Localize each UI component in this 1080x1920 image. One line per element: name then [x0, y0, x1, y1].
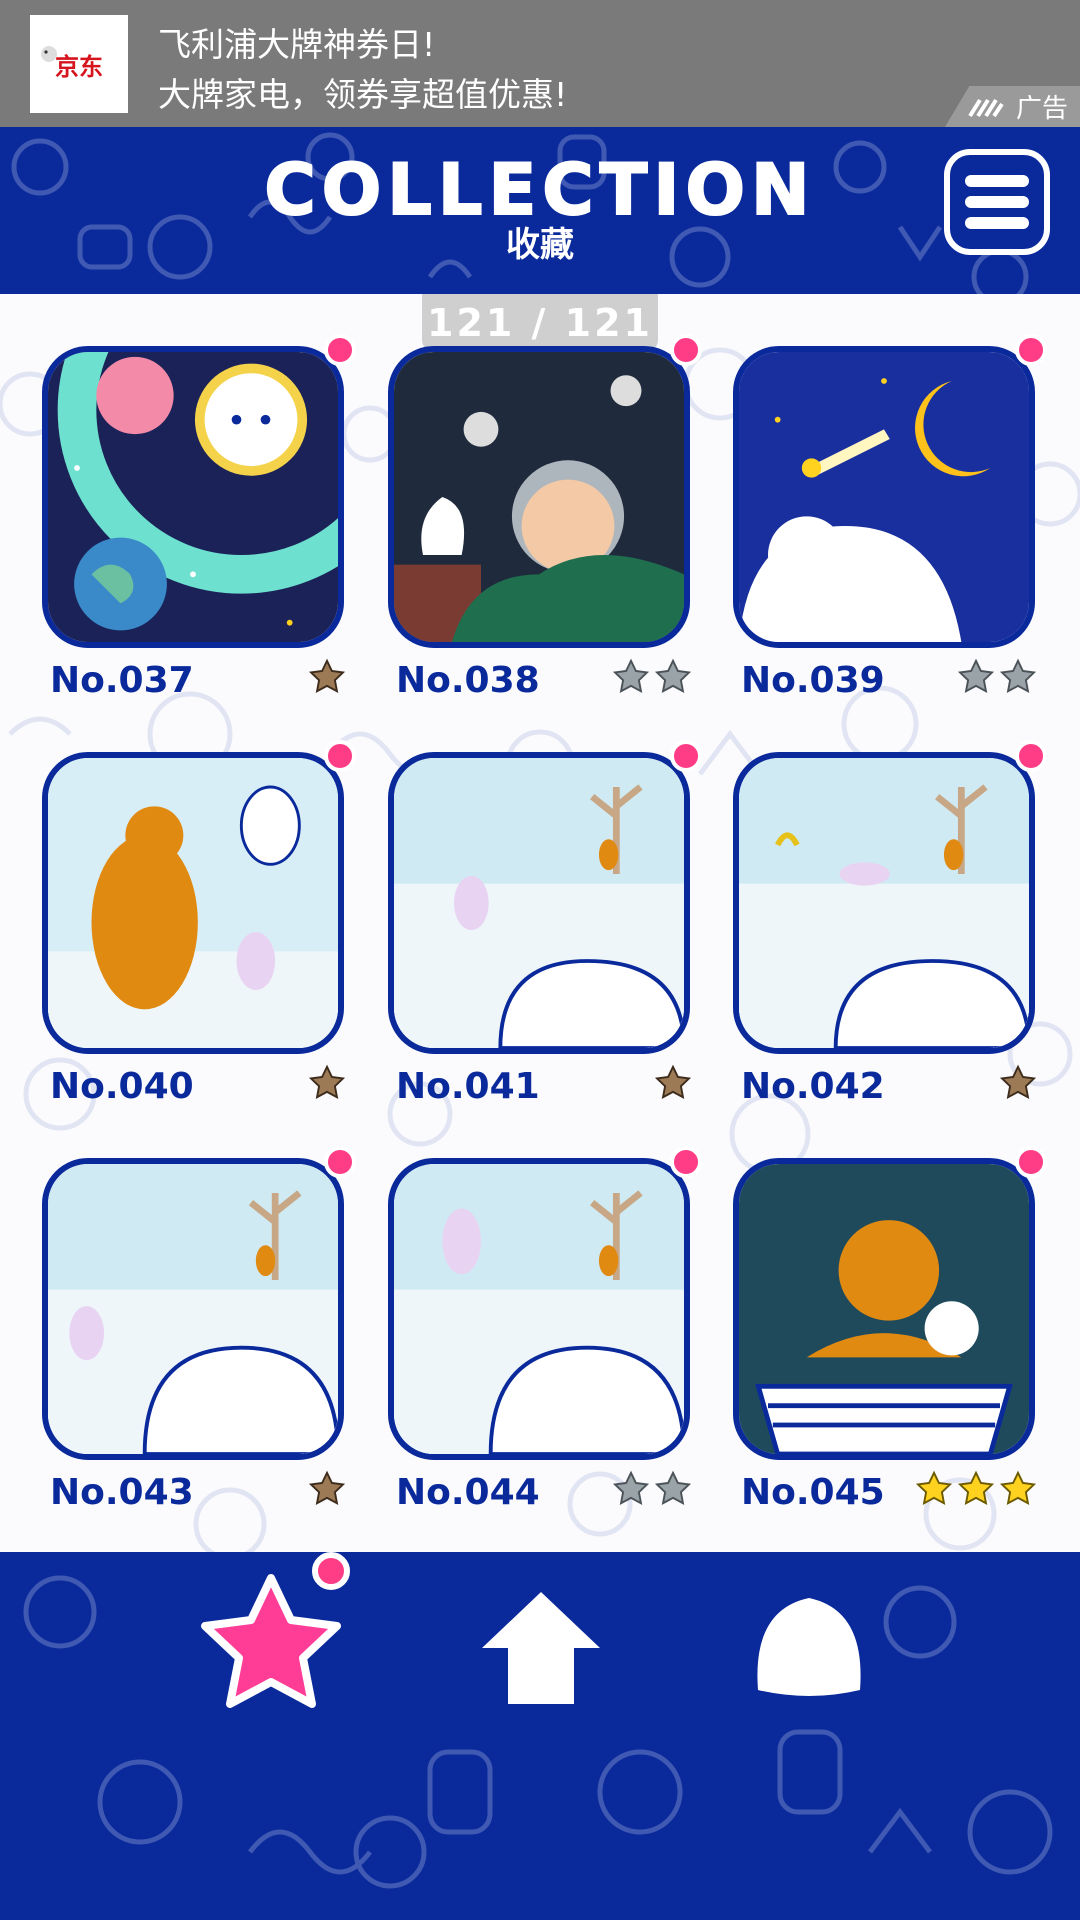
item-number: No.037	[50, 660, 194, 701]
item-number: No.040	[50, 1066, 194, 1107]
new-badge	[1015, 1146, 1047, 1178]
item-thumbnail	[42, 346, 344, 648]
item-rating	[612, 1470, 692, 1508]
collection-item[interactable]: No.044	[388, 1146, 702, 1513]
item-thumbnail	[733, 752, 1035, 1054]
nav-character-button[interactable]	[748, 1590, 870, 1708]
new-badge	[1015, 740, 1047, 772]
star-icon	[957, 658, 995, 694]
ad-label: 广告	[945, 86, 1080, 127]
item-number: No.044	[396, 1472, 540, 1513]
item-rating	[999, 1064, 1037, 1102]
item-number: No.038	[396, 660, 540, 701]
item-rating	[308, 1470, 346, 1508]
collection-item[interactable]: No.040	[42, 740, 356, 1107]
item-thumbnail	[388, 1158, 690, 1460]
home-icon	[482, 1592, 600, 1704]
star-icon	[308, 658, 346, 694]
collection-item[interactable]: No.045	[733, 1146, 1047, 1513]
ad-headline: 飞利浦大牌神券日!	[158, 25, 436, 64]
nav-collection-button[interactable]	[196, 1570, 346, 1720]
star-icon	[654, 658, 692, 694]
space-planet-scene	[48, 352, 338, 642]
menu-button[interactable]	[944, 149, 1050, 255]
star-icon	[654, 1470, 692, 1506]
item-rating	[957, 658, 1037, 696]
snow-dance-scene	[394, 1164, 684, 1454]
star-icon	[308, 1470, 346, 1506]
item-rating	[308, 1064, 346, 1102]
item-number: No.045	[741, 1472, 885, 1513]
item-rating	[308, 658, 346, 696]
space-helmet-scene	[394, 352, 684, 642]
collection-item[interactable]: No.041	[388, 740, 702, 1107]
ad-banner[interactable]: 京东 飞利浦大牌神券日! 大牌家电，领券享超值优惠! 广告	[0, 0, 1080, 127]
character-icon	[757, 1598, 861, 1696]
nav-notification-badge	[312, 1552, 350, 1590]
ad-brand-text: 京东	[55, 52, 103, 81]
item-rating	[654, 1064, 692, 1102]
dog-mascot-icon	[41, 46, 57, 62]
ad-subline: 大牌家电，领券享超值优惠!	[158, 75, 568, 114]
new-badge	[670, 1146, 702, 1178]
bear-skating-scene	[48, 758, 338, 1048]
item-thumbnail	[42, 1158, 344, 1460]
snow-fall-scene	[739, 758, 1029, 1048]
star-icon	[957, 1470, 995, 1506]
item-thumbnail	[733, 1158, 1035, 1460]
ad-label-text: 广告	[1015, 94, 1068, 124]
nav-home-button[interactable]	[478, 1588, 604, 1708]
star-icon	[654, 1064, 692, 1100]
item-rating	[612, 658, 692, 696]
star-icon	[999, 1470, 1037, 1506]
new-badge	[670, 334, 702, 366]
collection-item[interactable]: No.042	[733, 740, 1047, 1107]
new-badge	[324, 334, 356, 366]
collection-item[interactable]: No.038	[388, 334, 702, 701]
item-number: No.041	[396, 1066, 540, 1107]
star-icon	[999, 1064, 1037, 1100]
snow-skater-left-scene	[48, 1164, 338, 1454]
item-thumbnail	[733, 346, 1035, 648]
page-subtitle: 收藏	[506, 225, 574, 265]
collection-counter: 121 / 121	[422, 294, 658, 352]
night-moon-scene	[739, 352, 1029, 642]
star-icon	[201, 1574, 341, 1708]
menu-bar	[965, 196, 1029, 208]
bear-car-scene	[739, 1164, 1029, 1454]
collection-item[interactable]: No.037	[42, 334, 356, 701]
menu-bar	[965, 175, 1029, 187]
star-icon	[612, 1470, 650, 1506]
collection-header: COLLECTION 收藏	[0, 127, 1080, 294]
ad-brand-logo: 京东	[30, 15, 128, 113]
menu-bar	[965, 217, 1029, 229]
item-thumbnail	[388, 346, 690, 648]
item-number: No.042	[741, 1066, 885, 1107]
item-thumbnail	[42, 752, 344, 1054]
star-icon	[915, 1470, 953, 1506]
new-badge	[670, 740, 702, 772]
snow-skater-scene	[394, 758, 684, 1048]
collection-grid: 121 / 121 No.037 No.038 No.039 No.040 No…	[0, 294, 1080, 1552]
star-icon	[612, 658, 650, 694]
collection-item[interactable]: No.043	[42, 1146, 356, 1513]
new-badge	[324, 1146, 356, 1178]
item-thumbnail	[388, 752, 690, 1054]
new-badge	[1015, 334, 1047, 366]
bottom-navigation	[0, 1552, 1080, 1920]
star-icon	[999, 658, 1037, 694]
star-icon	[308, 1064, 346, 1100]
item-number: No.043	[50, 1472, 194, 1513]
new-badge	[324, 740, 356, 772]
collection-item[interactable]: No.039	[733, 334, 1047, 701]
ad-network-icon	[968, 98, 1004, 117]
item-rating	[915, 1470, 1037, 1508]
item-number: No.039	[741, 660, 885, 701]
